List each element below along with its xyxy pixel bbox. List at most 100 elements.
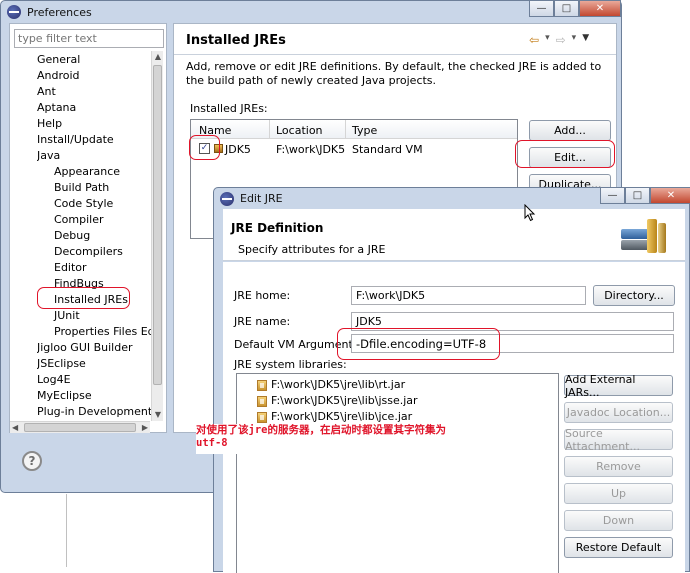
column-divider [345, 120, 346, 139]
scroll-right-icon[interactable]: ▶ [142, 423, 148, 432]
tree-item-jseclipse[interactable]: JSEclipse [37, 357, 86, 370]
dialog-body: JRE home: F:\work\JDK5 Directory... JRE … [223, 262, 685, 573]
scroll-up-icon[interactable]: ▲ [152, 51, 164, 63]
tree-item-properties-files-editor[interactable]: Properties Files Editor [54, 325, 155, 338]
cell-location: F:\work\JDK5 [276, 143, 346, 156]
scroll-h-thumb[interactable] [24, 423, 136, 432]
cell-type: Standard VM [352, 143, 423, 156]
tree-item-java[interactable]: Java [37, 149, 60, 162]
tree-item-debug[interactable]: Debug [54, 229, 90, 242]
jre-name-label: JRE name: [234, 315, 291, 328]
window-controls: — □ ✕ [529, 0, 621, 17]
preference-tree: General Android Ant Aptana Help Install/… [37, 52, 155, 422]
directory-button[interactable]: Directory... [593, 285, 675, 306]
tree-item-jigloo[interactable]: Jigloo GUI Builder [37, 341, 133, 354]
page-description: Add, remove or edit JRE definitions. By … [186, 60, 602, 87]
tree-item-editor[interactable]: Editor [54, 261, 87, 274]
scroll-thumb[interactable] [153, 65, 162, 385]
title-divider [174, 54, 616, 55]
highlight-edit-button [515, 140, 615, 168]
tree-item-plugin-development[interactable]: Plug-in Development [37, 405, 152, 418]
tree-item-myeclipse[interactable]: MyEclipse [37, 389, 92, 402]
dialog-header: JRE Definition Specify attributes for a … [223, 209, 685, 261]
jar-icon [257, 395, 267, 407]
tree-horizontal-scrollbar[interactable]: ◀ ▶ [10, 421, 150, 433]
tree-item-log4e[interactable]: Log4E [37, 373, 71, 386]
minimize-button[interactable]: — [529, 0, 554, 17]
list-item[interactable]: F:\work\JDK5\jre\lib\jce.jar [257, 410, 412, 423]
back-dropdown-icon[interactable]: ▾ [545, 33, 550, 47]
cell-name: JDK5 [225, 143, 251, 156]
preferences-titlebar[interactable]: Preferences [1, 1, 621, 23]
tree-item-ant[interactable]: Ant [37, 85, 56, 98]
nav-arrows: ⇦ ▾ ⇨ ▾ ▼ [529, 33, 589, 47]
list-item[interactable]: F:\work\JDK5\jre\lib\jsse.jar [257, 394, 418, 407]
dialog-title: Edit JRE [240, 192, 283, 205]
dialog-close-button[interactable]: ✕ [650, 187, 690, 204]
tree-item-appearance[interactable]: Appearance [54, 165, 120, 178]
dialog-minimize-button[interactable]: — [600, 187, 625, 204]
library-path: F:\work\JDK5\jre\lib\jsse.jar [271, 394, 418, 407]
system-libraries-label: JRE system libraries: [234, 358, 347, 371]
column-type[interactable]: Type [352, 124, 377, 137]
annotation-line-1: 对使用了该jre的服务器，在启动时都设置其字符集为 [196, 424, 446, 436]
add-external-jars-button[interactable]: Add External JARs... [564, 373, 673, 399]
column-divider [269, 120, 270, 139]
forward-icon[interactable]: ⇨ [556, 33, 566, 47]
source-attachment-button[interactable]: Source Attachment... [564, 427, 673, 453]
eclipse-icon [220, 191, 234, 206]
tree-item-general[interactable]: General [37, 53, 80, 66]
library-list: F:\work\JDK5\jre\lib\rt.jar F:\work\JDK5… [236, 373, 559, 573]
up-button[interactable]: Up [564, 483, 673, 504]
remove-button[interactable]: Remove [564, 456, 673, 477]
eclipse-icon [7, 5, 21, 19]
forward-dropdown-icon[interactable]: ▾ [572, 33, 577, 47]
restore-default-button[interactable]: Restore Default [564, 537, 673, 558]
view-menu-icon[interactable]: ▼ [582, 33, 589, 47]
highlight-checkbox [189, 135, 220, 160]
filter-input[interactable] [14, 29, 164, 48]
jre-home-field[interactable]: F:\work\JDK5 [351, 286, 586, 305]
scroll-down-icon[interactable]: ▼ [152, 409, 164, 421]
highlight-installed-jres [37, 287, 130, 309]
library-path: F:\work\JDK5\jre\lib\rt.jar [271, 378, 406, 391]
tree-item-build-path[interactable]: Build Path [54, 181, 109, 194]
scroll-left-icon[interactable]: ◀ [12, 423, 18, 432]
highlight-vm-args [337, 328, 500, 360]
edit-jre-dialog: Edit JRE — □ ✕ JRE Definition Specify at… [213, 187, 690, 573]
table-row[interactable]: ✓ JDK5 F:\work\JDK5 Standard VM [191, 140, 517, 158]
dialog-window-controls: — □ ✕ [600, 187, 690, 204]
tree-item-decompilers[interactable]: Decompilers [54, 245, 123, 258]
jar-icon [257, 411, 267, 423]
dialog-maximize-button[interactable]: □ [625, 187, 650, 204]
dialog-header-description: Specify attributes for a JRE [238, 243, 386, 256]
back-icon[interactable]: ⇦ [529, 33, 539, 47]
library-books-icon [617, 215, 667, 257]
maximize-button[interactable]: □ [554, 0, 579, 17]
connector-line [66, 494, 67, 567]
window-title: Preferences [27, 5, 92, 19]
tree-item-aptana[interactable]: Aptana [37, 101, 76, 114]
tree-panel: General Android Ant Aptana Help Install/… [9, 23, 167, 433]
list-item[interactable]: F:\work\JDK5\jre\lib\rt.jar [257, 378, 405, 391]
column-location[interactable]: Location [276, 124, 323, 137]
close-button[interactable]: ✕ [579, 0, 621, 17]
library-path: F:\work\JDK5\jre\lib\jce.jar [271, 410, 413, 423]
page-title: Installed JREs [186, 33, 286, 48]
dialog-header-title: JRE Definition [231, 221, 324, 235]
tree-item-install-update[interactable]: Install/Update [37, 133, 114, 146]
down-button[interactable]: Down [564, 510, 673, 531]
javadoc-location-button[interactable]: Javadoc Location... [564, 402, 673, 423]
tree-item-help[interactable]: Help [37, 117, 62, 130]
installed-jres-label: Installed JREs: [190, 102, 268, 115]
mouse-cursor-icon [524, 204, 536, 222]
add-button[interactable]: Add... [529, 120, 611, 141]
annotation-line-2: utf-8 [196, 437, 228, 449]
tree-item-junit[interactable]: JUnit [54, 309, 80, 322]
tree-item-android[interactable]: Android [37, 69, 80, 82]
tree-item-compiler[interactable]: Compiler [54, 213, 104, 226]
tree-vertical-scrollbar[interactable]: ▲ ▼ [151, 51, 163, 421]
help-icon[interactable]: ? [22, 451, 42, 471]
jar-icon [257, 379, 267, 391]
tree-item-code-style[interactable]: Code Style [54, 197, 113, 210]
